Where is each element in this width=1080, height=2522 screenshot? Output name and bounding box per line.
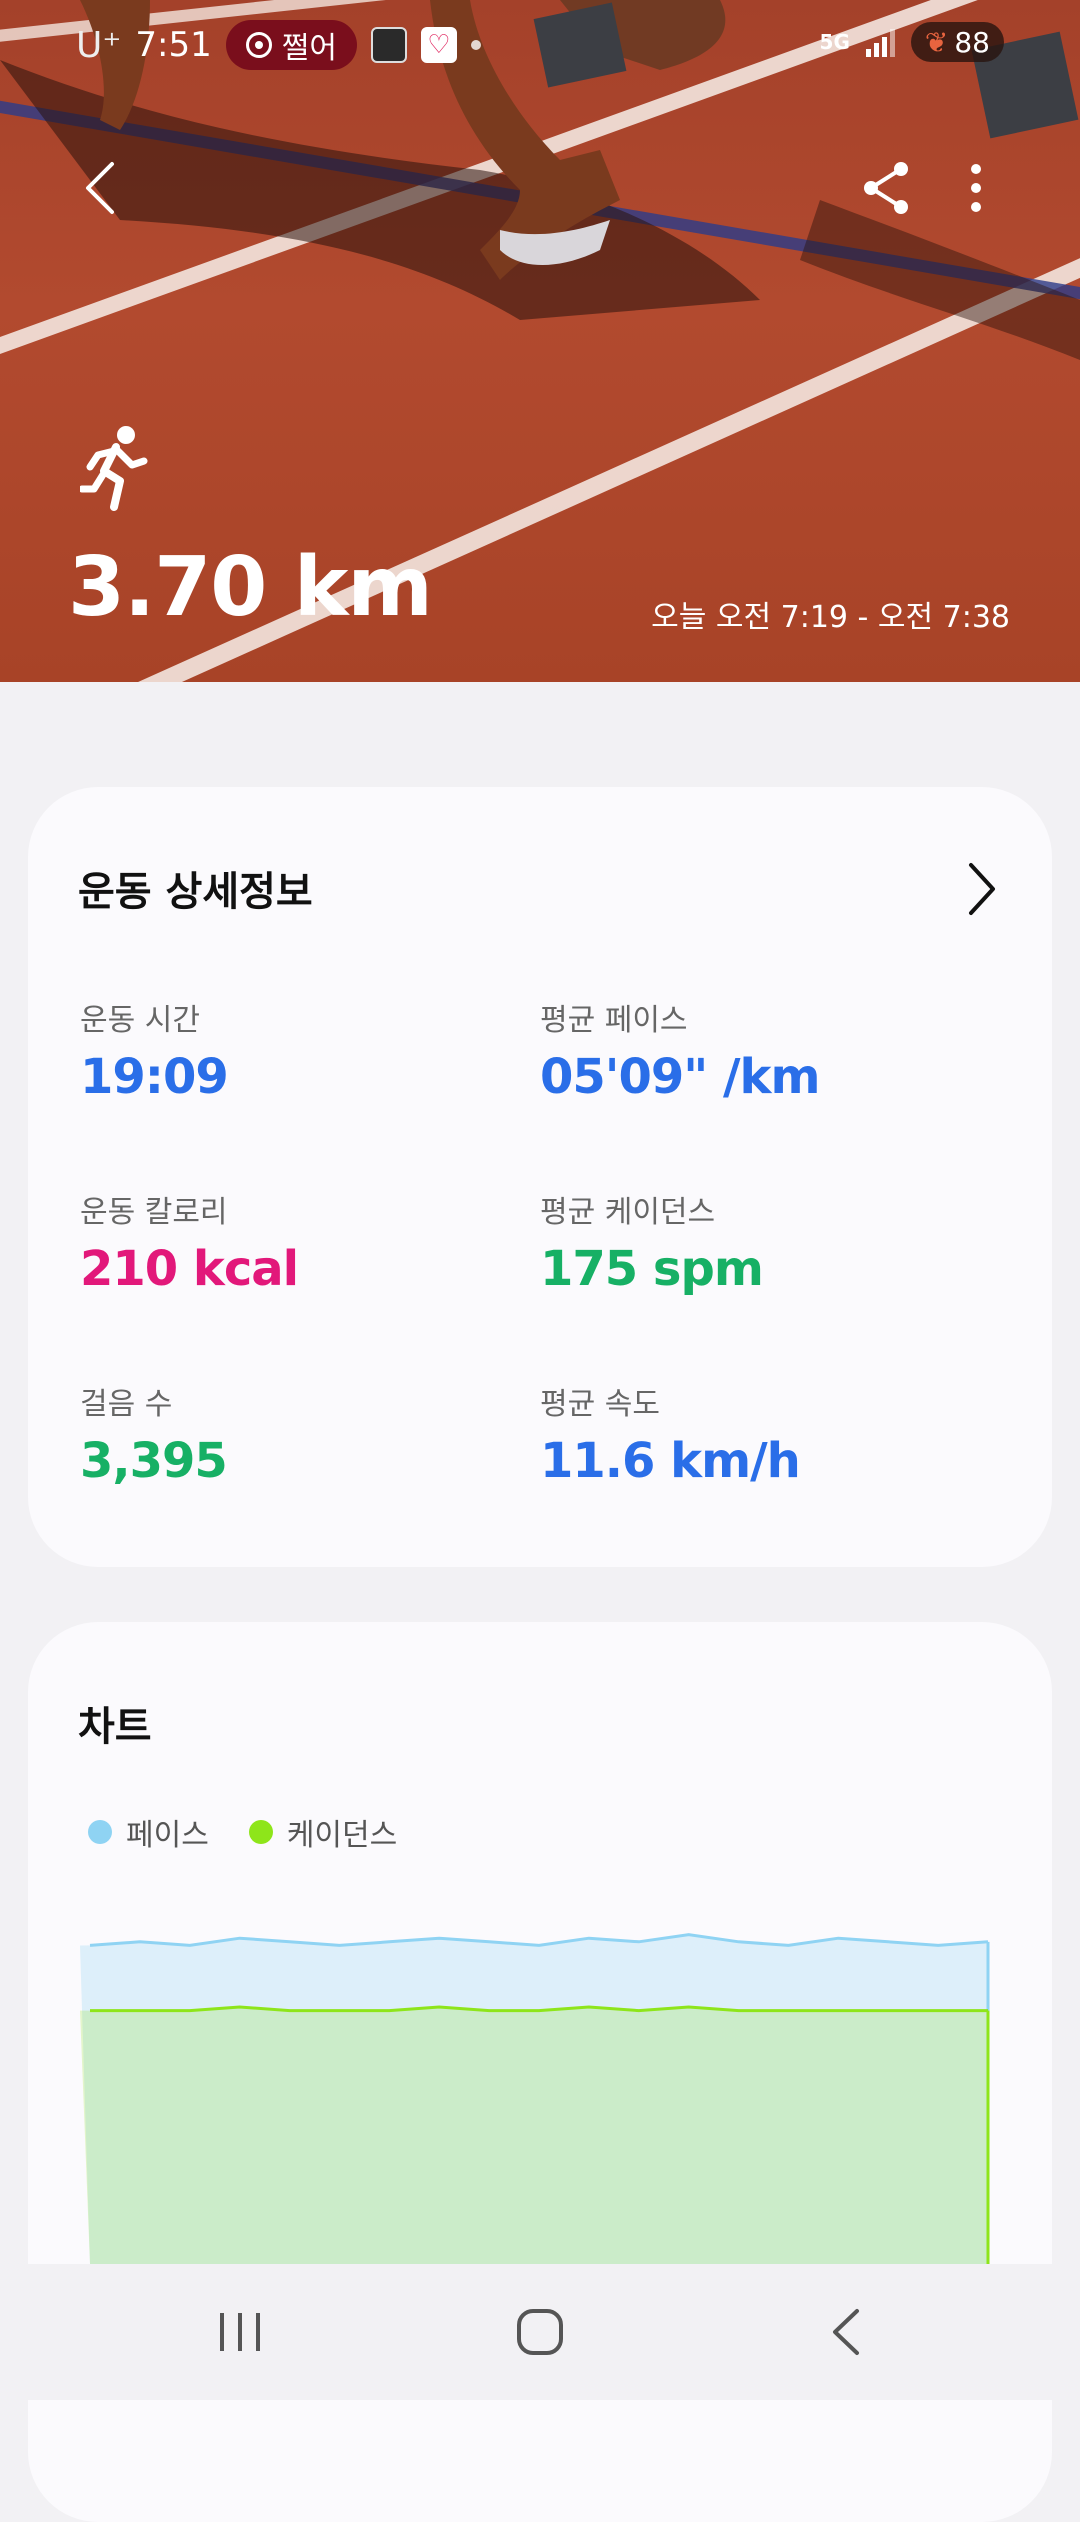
metric-value: 11.6 km/h bbox=[540, 1433, 801, 1489]
nav-back-button[interactable] bbox=[786, 2292, 906, 2372]
metric-label: 평균 속도 bbox=[540, 1387, 660, 1422]
network-type-indicator: 5G bbox=[819, 30, 850, 54]
details-title: 운동 상세정보 bbox=[78, 869, 313, 915]
share-button[interactable] bbox=[846, 148, 926, 228]
recent-apps-button[interactable] bbox=[180, 2292, 300, 2372]
record-icon bbox=[245, 32, 272, 58]
clock: 7:51 bbox=[135, 25, 212, 65]
metric-avg-speed: 평균 속도 11.6 km/h bbox=[540, 1379, 980, 1489]
back-icon bbox=[86, 162, 114, 214]
metric-value: 3,395 bbox=[80, 1433, 228, 1489]
more-icon bbox=[971, 164, 981, 212]
more-options-button[interactable] bbox=[936, 148, 1016, 228]
health-app-icon: ♡ bbox=[420, 27, 457, 63]
battery-level: 88 bbox=[954, 25, 990, 59]
distance-value: 3.70 km bbox=[68, 540, 433, 635]
metric-avg-cadence: 평균 케이던스 175 spm bbox=[540, 1187, 980, 1297]
metric-duration: 운동 시간 19:09 bbox=[80, 995, 520, 1105]
more-notifications-dot bbox=[470, 40, 481, 50]
workout-time-range: 오늘 오전 7:19 - 오전 7:38 bbox=[651, 600, 1010, 635]
carrier-label: U⁺ bbox=[76, 24, 122, 66]
navigation-bar bbox=[0, 2264, 1080, 2400]
metric-label: 운동 칼로리 bbox=[80, 1195, 228, 1230]
battery-indicator: ❦ 88 bbox=[910, 22, 1004, 62]
pace-cadence-chart[interactable] bbox=[28, 1622, 1052, 2264]
details-more-button[interactable] bbox=[952, 859, 1012, 919]
chevron-right-icon bbox=[969, 863, 995, 915]
metric-calories: 운동 칼로리 210 kcal bbox=[80, 1187, 520, 1297]
metric-value: 05'09" /km bbox=[540, 1049, 820, 1105]
area-cadence bbox=[80, 2007, 988, 2264]
active-app-pill[interactable]: 쩔어 bbox=[225, 20, 357, 70]
metric-label: 평균 케이던스 bbox=[540, 1195, 716, 1230]
back-icon bbox=[833, 2309, 859, 2355]
running-icon bbox=[80, 426, 148, 511]
home-button[interactable] bbox=[480, 2292, 600, 2372]
notification-app-icon bbox=[370, 27, 407, 63]
back-button[interactable] bbox=[60, 148, 140, 228]
metric-value: 175 spm bbox=[540, 1241, 764, 1297]
share-icon bbox=[864, 162, 908, 214]
workout-details-card[interactable]: 운동 상세정보 운동 시간 19:09 평균 페이스 05'09" /km 운동… bbox=[28, 787, 1052, 1567]
metric-avg-pace: 평균 페이스 05'09" /km bbox=[540, 995, 980, 1105]
status-bar: U⁺ 7:51 쩔어 ♡ 5G ❦ 88 bbox=[0, 0, 1080, 90]
metric-label: 걸음 수 bbox=[80, 1387, 173, 1422]
hero-image: U⁺ 7:51 쩔어 ♡ 5G ❦ 88 3.70 km 오늘 오전 7:19 … bbox=[0, 0, 1080, 682]
metric-label: 평균 페이스 bbox=[540, 1003, 688, 1038]
power-saving-icon: ❦ bbox=[924, 25, 949, 59]
metric-value: 210 kcal bbox=[80, 1241, 299, 1297]
recent-apps-icon bbox=[220, 2313, 260, 2351]
metric-label: 운동 시간 bbox=[80, 1003, 200, 1038]
pill-label: 쩔어 bbox=[281, 31, 337, 66]
home-icon bbox=[517, 2309, 563, 2355]
signal-icon bbox=[865, 27, 895, 57]
metric-value: 19:09 bbox=[80, 1049, 229, 1105]
metric-steps: 걸음 수 3,395 bbox=[80, 1379, 520, 1489]
